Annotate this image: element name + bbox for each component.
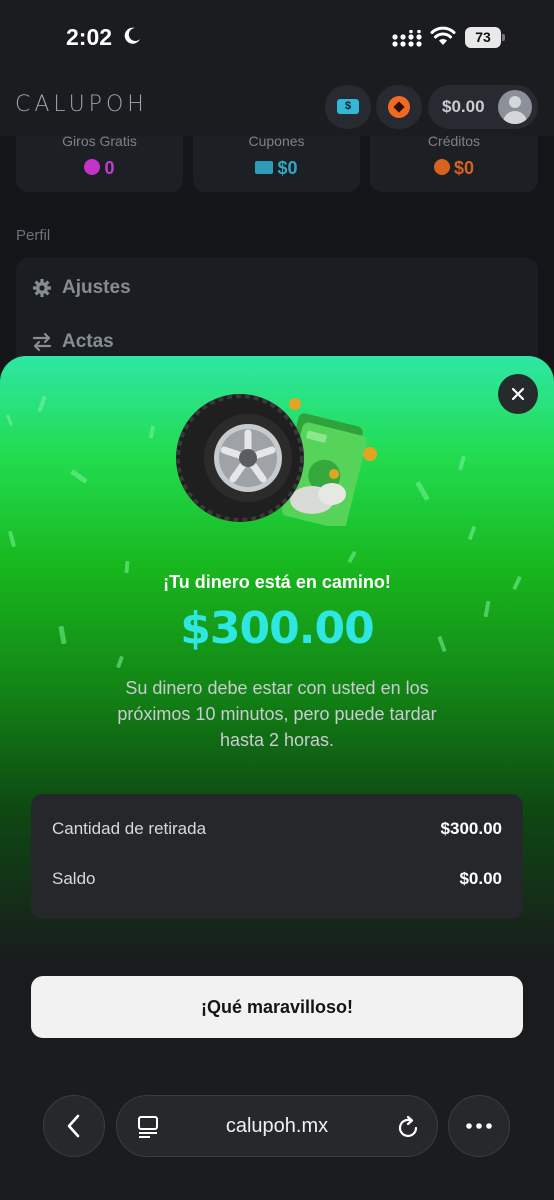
withdrawal-summary: Cantidad de retirada $300.00 Saldo $0.00 (31, 794, 523, 919)
credit-icon (388, 96, 410, 118)
confetti (458, 455, 466, 471)
stat-card-free-spins[interactable]: Giros Gratis 0 (16, 133, 183, 192)
row-label: Cantidad de retirada (52, 819, 207, 838)
confetti (148, 425, 156, 439)
close-icon (511, 387, 525, 401)
confetti (6, 413, 13, 427)
stat-label: Giros Gratis (62, 133, 137, 149)
confetti (70, 469, 88, 484)
gear-icon (33, 279, 51, 297)
address-bar[interactable]: calupoh.mx (116, 1095, 438, 1157)
url-text: calupoh.mx (225, 1115, 329, 1137)
confetti (415, 481, 430, 501)
transfer-arrows-icon (32, 332, 52, 352)
avatar (498, 90, 532, 124)
menu-item-transactions[interactable]: Actas (32, 327, 114, 357)
row-value: $0.00 (459, 869, 502, 888)
tire-cash-illustration (176, 394, 377, 526)
menu-item-settings[interactable]: Ajustes (32, 273, 131, 303)
confetti (347, 550, 357, 564)
battery-icon: 73 (465, 27, 505, 48)
stat-value: $0 (453, 158, 475, 178)
confetti (37, 395, 47, 413)
modal-headline: ¡Tu dinero está en camino! (163, 572, 391, 592)
stat-card-credits[interactable]: Créditos $0 (370, 133, 538, 192)
chevron-left-icon (67, 1114, 80, 1138)
row-label: Saldo (52, 869, 96, 888)
credit-icon (433, 159, 450, 176)
modal-description: Su dinero debe estar con usted en los pr… (117, 678, 437, 750)
stat-value: $0 (277, 158, 298, 178)
confetti (7, 530, 17, 548)
status-time: 2:02 (66, 24, 113, 50)
wifi-icon (430, 26, 456, 45)
row-value: $300.00 (440, 819, 502, 838)
balance-amount: $0.00 (442, 97, 485, 116)
status-bar: 2:02 73 (0, 0, 554, 78)
browser-back-button[interactable] (43, 1095, 105, 1157)
coupon-icon: $ (337, 99, 359, 114)
calupoh-logo[interactable]: CALUPOH (15, 92, 148, 117)
confirm-button[interactable]: ¡Qué maravilloso! (31, 976, 523, 1038)
confetti (116, 655, 124, 669)
balance-button[interactable]: $0.00 (428, 85, 538, 129)
stat-value: 0 (104, 158, 115, 178)
gem-icon (84, 159, 101, 176)
summary-row-balance: Saldo $0.00 (52, 869, 502, 893)
credits-button[interactable] (376, 85, 422, 129)
reload-icon[interactable] (398, 1115, 420, 1139)
withdrawal-amount: $300.00 (180, 603, 374, 654)
browser-more-button[interactable] (448, 1095, 510, 1157)
cellular-signal-icon (392, 30, 422, 47)
menu-item-label: Actas (62, 331, 114, 352)
menu-item-label: Ajustes (62, 277, 131, 298)
app-header: CALUPOH $ $0.00 (0, 78, 554, 136)
stat-card-coupons[interactable]: Cupones $0 (193, 133, 360, 192)
coupon-icon (255, 160, 274, 174)
stat-label: Cupones (248, 133, 305, 149)
battery-level: 73 (475, 29, 491, 45)
section-title-profile: Perfil (16, 227, 51, 244)
more-icon (466, 1123, 492, 1129)
stat-label: Créditos (427, 133, 481, 149)
moon-icon (124, 27, 140, 44)
close-button[interactable] (498, 374, 538, 414)
summary-row-withdrawal: Cantidad de retirada $300.00 (52, 819, 502, 843)
confetti (467, 525, 477, 541)
coupons-button[interactable]: $ (325, 85, 371, 129)
